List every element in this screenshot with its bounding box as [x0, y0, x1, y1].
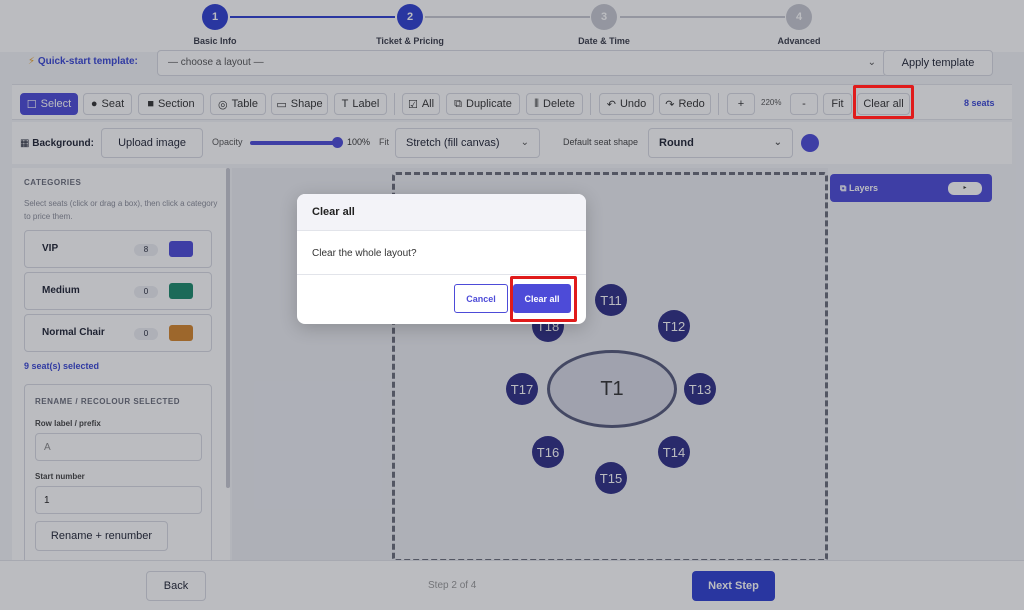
- dialog-title: Clear all: [312, 206, 355, 218]
- cancel-button[interactable]: Cancel: [454, 284, 508, 313]
- dialog-divider: [297, 274, 586, 275]
- confirm-highlight: [510, 276, 577, 322]
- dialog-message: Clear the whole layout?: [312, 248, 417, 259]
- dialog-header: Clear all: [297, 194, 586, 231]
- clear-all-highlight: [853, 85, 914, 119]
